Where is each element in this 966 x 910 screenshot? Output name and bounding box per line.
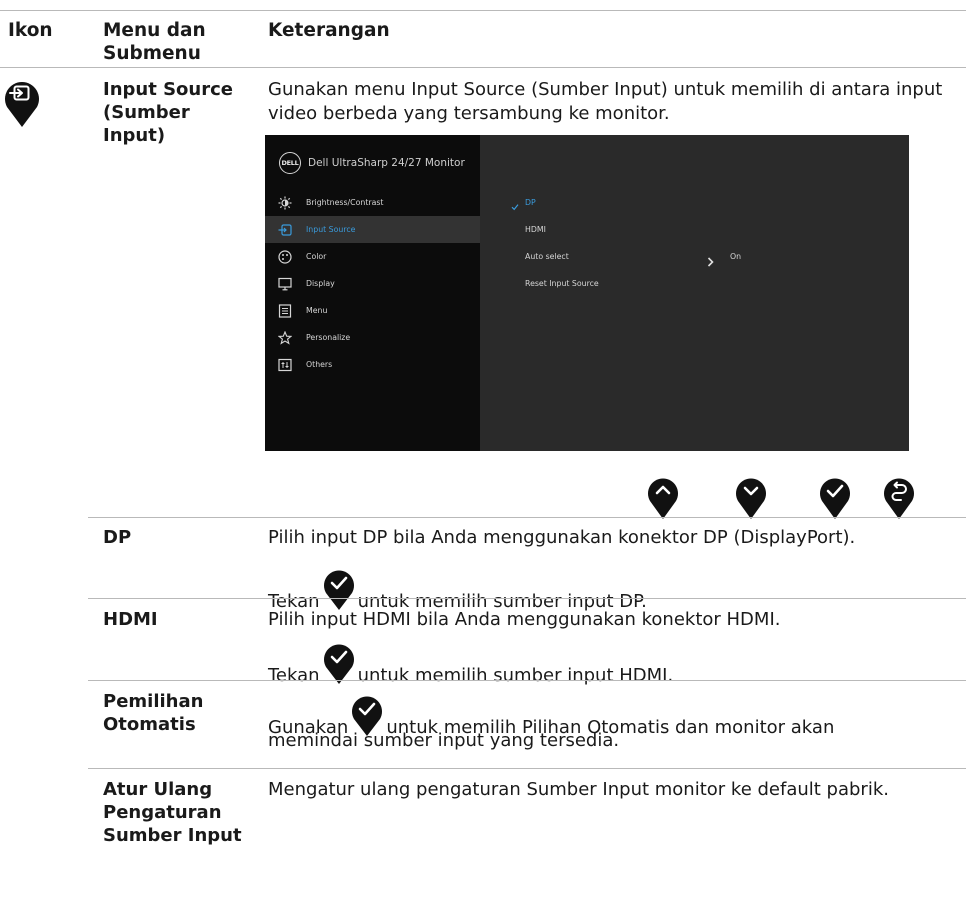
osd-sub-hdmi[interactable]: HDMI — [525, 225, 546, 234]
back-icon — [884, 478, 914, 519]
row-rule — [88, 768, 966, 769]
row-label-hdmi: HDMI — [103, 609, 158, 630]
check-icon — [820, 478, 850, 519]
dell-logo: DELL — [279, 152, 301, 174]
row-auto-select-line2: memindai sumber input yang tersedia. — [268, 730, 620, 751]
osd-auto-select-value: On — [730, 252, 742, 261]
check-icon — [323, 644, 354, 684]
osd-menu-label: Input Source — [306, 225, 356, 234]
osd-title-bar: DELL Dell UltraSharp 24/27 Monitor — [279, 151, 465, 175]
row-rule — [88, 598, 966, 599]
check-icon — [323, 570, 354, 610]
osd-sub-auto-select[interactable]: Auto select — [525, 252, 569, 261]
display-icon — [278, 277, 292, 291]
row-rule — [88, 680, 966, 681]
osd-menu-others[interactable]: Others — [265, 351, 480, 378]
header-description-column: Keterangan — [268, 20, 390, 41]
down-icon — [736, 478, 766, 519]
osd-menu-label: Color — [306, 252, 327, 261]
row-hdmi-description: Pilih input HDMI bila Anda menggunakan k… — [268, 609, 781, 630]
row-label-reset: Atur Ulang Pengaturan Sumber Input — [103, 779, 242, 846]
menu-icon — [278, 303, 292, 318]
chevron-right-icon — [707, 252, 714, 271]
input-source-icon — [278, 223, 292, 237]
osd-submenu-panel: DP HDMI Auto select On Reset Input Sourc… — [480, 135, 909, 451]
brightness-icon — [278, 196, 292, 210]
checkmark-icon — [511, 196, 519, 215]
osd-menu-display[interactable]: Display — [265, 270, 480, 297]
osd-menu-label: Display — [306, 279, 335, 288]
osd-menu-menu[interactable]: Menu — [265, 297, 480, 324]
osd-menu-label: Personalize — [306, 333, 351, 342]
osd-menu-input-source[interactable]: Input Source — [265, 216, 480, 243]
header-menu-column: Menu dan Submenu — [103, 20, 206, 64]
osd-sub-reset[interactable]: Reset Input Source — [525, 279, 599, 288]
osd-menu-label: Brightness/Contrast — [306, 198, 384, 207]
osd-menu-brightness[interactable]: Brightness/Contrast — [265, 189, 480, 216]
row-dp-description: Pilih input DP bila Anda menggunakan kon… — [268, 527, 856, 548]
osd-sub-dp[interactable]: DP — [525, 198, 536, 207]
row-label-auto-select: Pemilihan Otomatis — [103, 691, 204, 735]
osd-screenshot: DELL Dell UltraSharp 24/27 Monitor Brigh… — [265, 135, 909, 451]
osd-menu-label: Menu — [306, 306, 328, 315]
osd-menu-color[interactable]: Color — [265, 243, 480, 270]
row-hdmi-action: untuk memilih sumber input HDMI. — [357, 665, 674, 686]
input-source-icon — [5, 82, 40, 127]
palette-icon — [278, 249, 292, 264]
input-source-title: Input Source (Sumber Input) — [103, 79, 233, 146]
osd-title: Dell UltraSharp 24/27 Monitor — [308, 157, 465, 169]
input-source-description: Gunakan menu Input Source (Sumber Input)… — [268, 79, 943, 124]
row-hdmi-press: Tekan — [268, 665, 320, 686]
osd-menu-personalize[interactable]: Personalize — [265, 324, 480, 351]
row-reset-description: Mengatur ulang pengaturan Sumber Input m… — [268, 779, 889, 800]
row-rule — [88, 517, 966, 518]
row-dp-instruction: Tekan untuk memilih sumber input DP. — [268, 567, 647, 614]
header-icon-column: Ikon — [8, 20, 53, 41]
others-icon — [278, 358, 292, 372]
top-rule — [0, 10, 966, 11]
up-icon — [648, 478, 678, 519]
header-rule — [0, 67, 966, 68]
row-label-dp: DP — [103, 527, 132, 548]
star-icon — [278, 330, 292, 345]
osd-menu-label: Others — [306, 360, 333, 369]
